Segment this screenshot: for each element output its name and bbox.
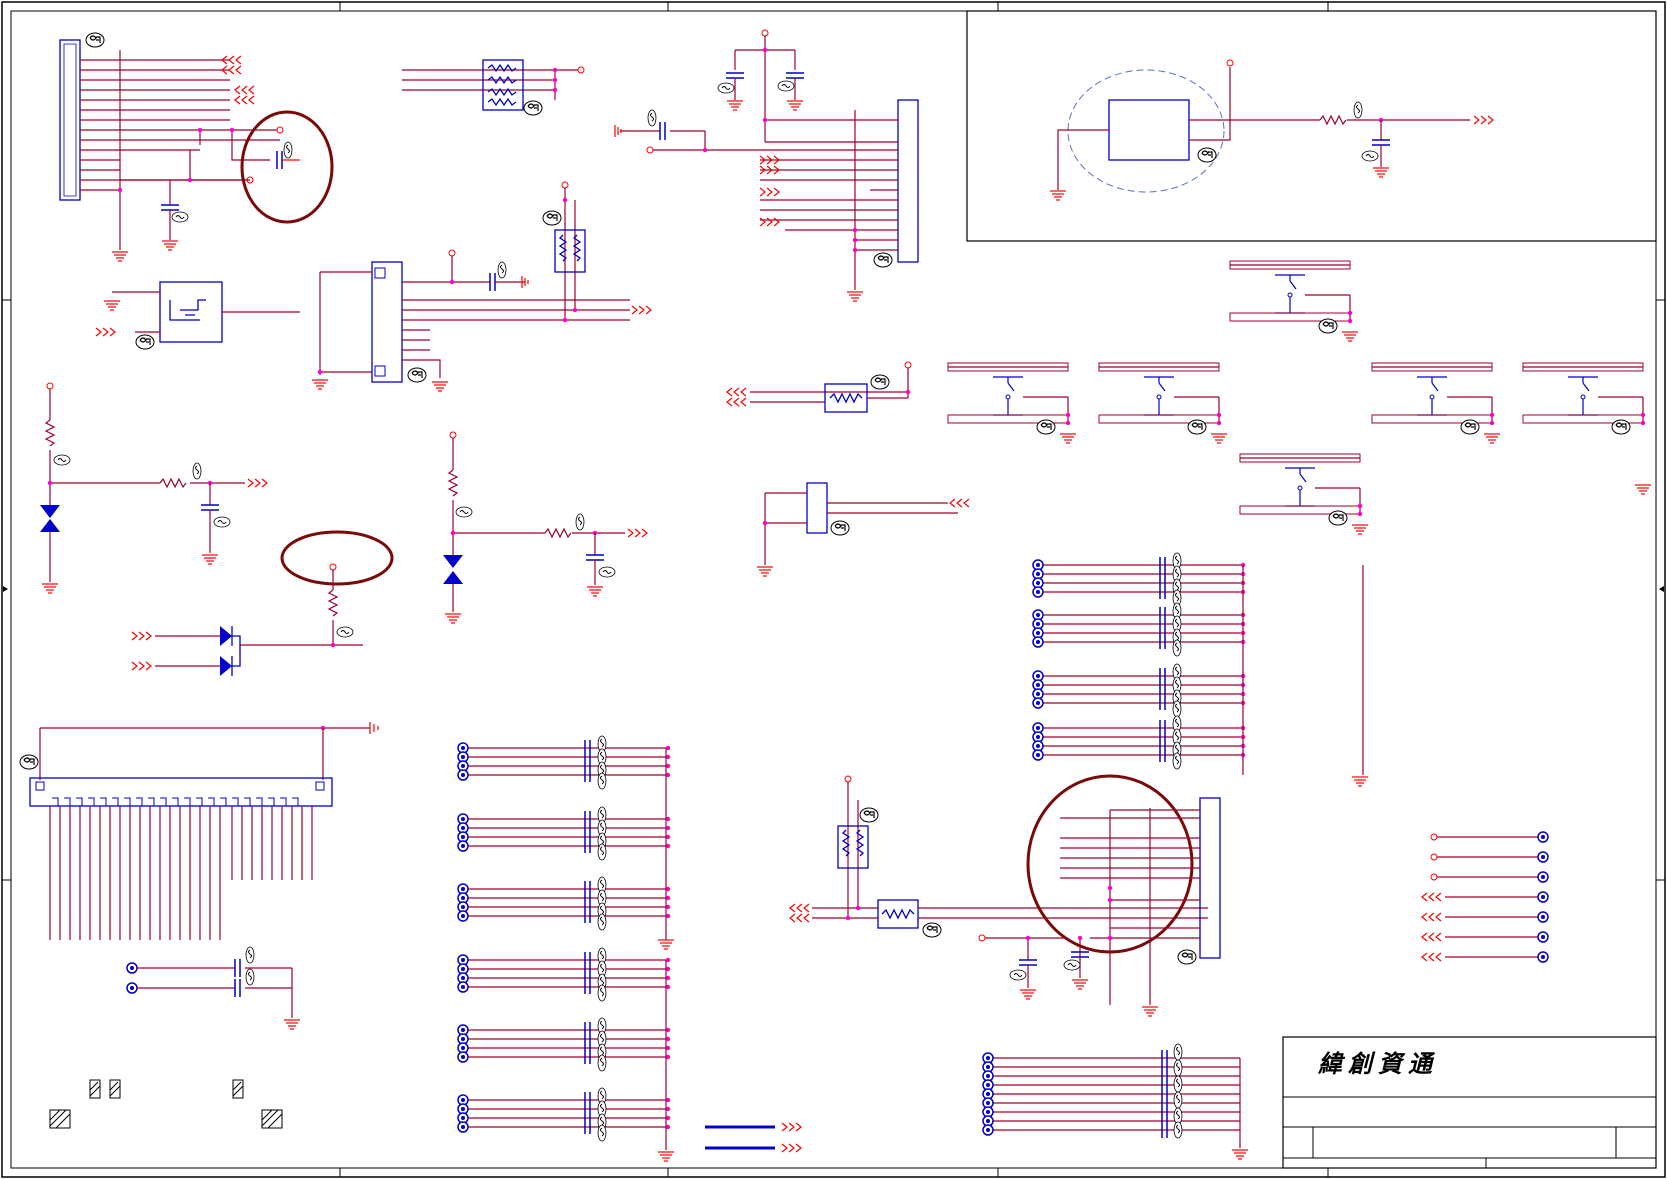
schematic-sheet: 緯創資通 [1, 1, 1666, 1178]
right-capacitor-banks [1033, 553, 1369, 787]
switch-array [947, 260, 1652, 535]
bottom-connector [789, 774, 1221, 1017]
mounting-pads [49, 1079, 283, 1129]
top-left-connector [59, 32, 334, 262]
right-test-points [1421, 831, 1549, 963]
ferrite-filter [726, 361, 912, 413]
bottom-right-capacitor-bank [982, 1043, 1249, 1160]
small-connector [756, 482, 970, 577]
middle-capacitor-banks [458, 736, 802, 1162]
middle-connector [311, 249, 652, 392]
led-rc-left [40, 382, 268, 594]
right-connector-1 [614, 29, 919, 302]
resistor-array-vertical [542, 181, 586, 323]
title-block: 緯創資通 [1282, 1036, 1657, 1169]
resistor-network-1 [402, 59, 585, 116]
lvds-connector [19, 722, 379, 940]
led-rc-middle [443, 431, 648, 624]
transistor-block [95, 281, 300, 350]
diode-or-block [131, 530, 394, 676]
bottom-left-caps [126, 946, 301, 1030]
company-name: 緯創資通 [1317, 1049, 1438, 1078]
regulator-block [966, 10, 1657, 242]
